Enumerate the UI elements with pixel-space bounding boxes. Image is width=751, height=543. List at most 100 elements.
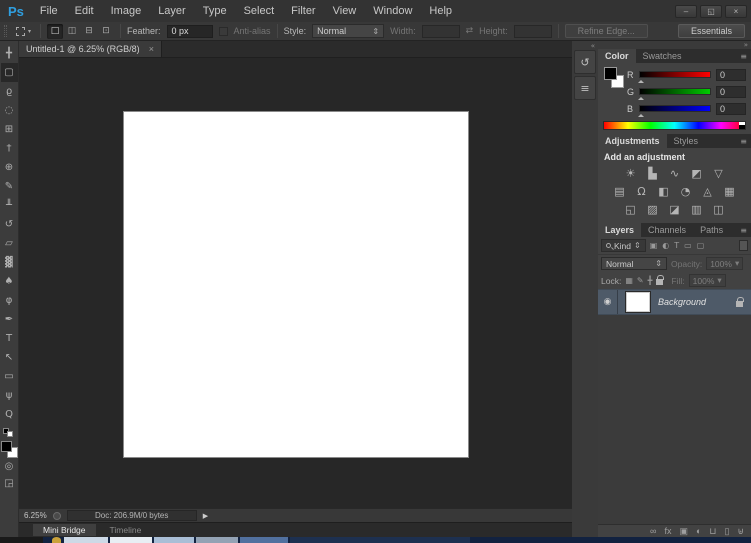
start-orb-icon[interactable]: [52, 537, 61, 543]
filter-filter-shape-layers[interactable]: ▭: [684, 241, 692, 250]
style-dropdown[interactable]: Normal ⇕: [312, 24, 385, 38]
options-bar-grip[interactable]: [4, 25, 7, 37]
layer-thumbnail[interactable]: [625, 291, 651, 313]
blue-value-input[interactable]: 0: [716, 102, 746, 115]
adjustment-black-and-white[interactable]: ◧: [655, 184, 672, 199]
tool-path-selection[interactable]: ↖: [1, 348, 18, 367]
taskbar-window-button[interactable]: [64, 537, 108, 543]
workspace-switcher-button[interactable]: Essentials: [677, 24, 745, 38]
bottom-tab-mini-bridge[interactable]: Mini Bridge: [33, 524, 96, 536]
layers-empty-area[interactable]: [598, 315, 751, 524]
action-add-layer-mask[interactable]: ▣: [679, 526, 688, 536]
tab-swatches[interactable]: Swatches: [636, 49, 689, 63]
black-swatch[interactable]: [739, 125, 745, 129]
lock-lock-transparent-pixels[interactable]: ▦: [625, 276, 633, 285]
adjustment-curves[interactable]: ∿: [666, 166, 683, 181]
action-new-layer[interactable]: ▯: [724, 526, 729, 536]
layer-name[interactable]: Background: [658, 297, 706, 307]
action-new-adjustment-layer[interactable]: ◐: [696, 526, 701, 536]
panel-icon-history[interactable]: ↺: [574, 50, 596, 74]
mode-add-to-selection[interactable]: ◫: [64, 24, 80, 39]
red-value-input[interactable]: 0: [716, 68, 746, 81]
tool-blur[interactable]: ♠: [1, 272, 18, 291]
menu-item-filter[interactable]: Filter: [291, 5, 315, 17]
expand-dock-icon[interactable]: «: [572, 42, 598, 50]
mode-intersect-selection[interactable]: ⊡: [98, 24, 114, 39]
tool-rectangle[interactable]: ▭: [1, 367, 18, 386]
taskbar-window-button[interactable]: [154, 537, 194, 543]
action-delete-layer[interactable]: ⊎: [737, 526, 744, 536]
tool-zoom[interactable]: Q: [1, 405, 18, 424]
tab-paths[interactable]: Paths: [693, 223, 730, 237]
menu-item-help[interactable]: Help: [429, 5, 452, 17]
adjustment-brightness-contrast[interactable]: ☀: [622, 166, 639, 181]
filter-filter-pixel-layers[interactable]: ▣: [650, 241, 658, 250]
tool-pen[interactable]: ✒: [1, 310, 18, 329]
opacity-dropdown[interactable]: 100% ▾: [706, 257, 744, 270]
status-globe-icon[interactable]: [52, 511, 61, 520]
action-new-group[interactable]: ⊔: [709, 526, 716, 536]
lock-all-icon[interactable]: [656, 275, 665, 285]
adjustment-color-lookup[interactable]: ▦: [721, 184, 738, 199]
tab-styles[interactable]: Styles: [667, 134, 706, 148]
adjustment-exposure[interactable]: ◩: [688, 166, 705, 181]
quick-mask-button[interactable]: ◎: [1, 458, 18, 475]
foreground-color-swatch[interactable]: [0, 441, 12, 452]
action-link-layers[interactable]: ∞: [650, 526, 656, 536]
filter-toggle-switch[interactable]: [739, 240, 748, 251]
filter-filter-adjustment-layers[interactable]: ◐: [662, 241, 669, 250]
foreground-background-swatches[interactable]: [0, 441, 18, 458]
action-layer-effects[interactable]: fx: [664, 526, 671, 536]
tool-move[interactable]: ╋: [1, 44, 18, 63]
refine-edge-button[interactable]: Refine Edge...: [564, 24, 648, 38]
menu-item-layer[interactable]: Layer: [158, 5, 186, 17]
tab-close-icon[interactable]: ×: [149, 44, 154, 54]
mode-new-selection[interactable]: □: [47, 23, 64, 39]
tool-eraser[interactable]: ▱: [1, 234, 18, 253]
tool-history-brush[interactable]: ↺: [1, 215, 18, 234]
color-spectrum-ramp[interactable]: [603, 121, 746, 130]
adjustment-gradient-map[interactable]: ▥: [688, 202, 705, 217]
lock-lock-position[interactable]: ╋: [648, 276, 653, 285]
canvas-area[interactable]: [19, 58, 572, 508]
collapse-dock-icon[interactable]: »: [598, 41, 751, 49]
panel-icon-properties[interactable]: ≡: [574, 76, 596, 100]
menu-item-view[interactable]: View: [333, 5, 357, 17]
document-tab[interactable]: Untitled-1 @ 6.25% (RGB/8) ×: [19, 41, 162, 57]
tool-quick-selection[interactable]: ◌: [1, 101, 18, 120]
red-slider[interactable]: [638, 71, 711, 83]
lock-lock-image-pixels[interactable]: ✎: [637, 276, 644, 285]
status-menu-arrow-icon[interactable]: ▶: [203, 512, 208, 520]
adjustment-vibrance[interactable]: ▽: [710, 166, 727, 181]
adjustment-hue-saturation[interactable]: ▤: [611, 184, 628, 199]
tool-rectangular-marquee[interactable]: ▢: [0, 63, 18, 82]
green-value-input[interactable]: 0: [716, 85, 746, 98]
tab-layers[interactable]: Layers: [598, 223, 642, 237]
blue-slider[interactable]: [638, 105, 711, 117]
windows-taskbar[interactable]: [0, 537, 751, 543]
zoom-level-field[interactable]: 6.25%: [24, 511, 47, 520]
panel-menu-icon[interactable]: ≡: [736, 134, 751, 148]
panel-menu-icon[interactable]: ≡: [736, 223, 751, 237]
taskbar-window-button[interactable]: [240, 537, 288, 543]
height-input[interactable]: [513, 24, 552, 38]
tool-gradient[interactable]: ▓: [1, 253, 18, 272]
adjustment-color-balance[interactable]: Ω: [633, 184, 650, 199]
tab-channels[interactable]: Channels: [641, 223, 693, 237]
adjustment-invert[interactable]: ◱: [622, 202, 639, 217]
minimize-button[interactable]: –: [675, 4, 697, 18]
tool-dodge[interactable]: φ: [1, 291, 18, 310]
menu-item-image[interactable]: Image: [111, 5, 142, 17]
adjustment-selective-color[interactable]: ◫: [710, 202, 727, 217]
adjustment-posterize[interactable]: ▨: [644, 202, 661, 217]
tool-type[interactable]: T: [1, 329, 18, 348]
tab-adjustments[interactable]: Adjustments: [598, 134, 667, 148]
menu-item-select[interactable]: Select: [244, 5, 275, 17]
menu-item-type[interactable]: Type: [203, 5, 227, 17]
close-button[interactable]: ×: [725, 4, 747, 18]
restore-button[interactable]: ◱: [700, 4, 722, 18]
tool-brush[interactable]: ✎: [1, 177, 18, 196]
filter-kind-dropdown[interactable]: Kind ⇕: [601, 239, 646, 252]
tool-preset-picker[interactable]: ▾: [13, 26, 34, 37]
panel-menu-icon[interactable]: ≡: [736, 49, 751, 63]
